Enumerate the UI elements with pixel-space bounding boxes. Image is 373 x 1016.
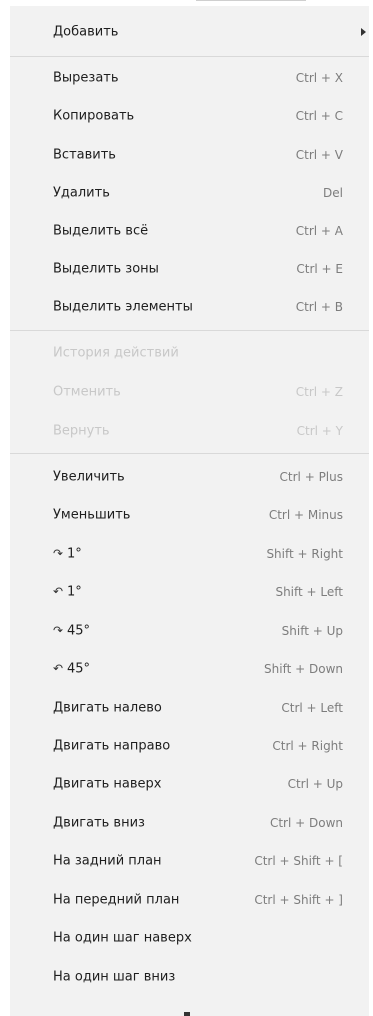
- menu-separator: [10, 330, 369, 331]
- menu-item-shortcut: Ctrl + E: [296, 262, 343, 276]
- menu-item-label: Двигать наверх: [53, 776, 162, 792]
- menu-item-label-group: ↷ 45°: [53, 624, 90, 639]
- menu-item-label: На передний план: [53, 892, 180, 908]
- menu-separator: [10, 453, 369, 454]
- menu-item-rotate-right-1[interactable]: ↷ 1° Shift + Right: [10, 536, 369, 572]
- menu-item-label: 1°: [67, 584, 82, 600]
- menu-item-shortcut: Ctrl + Shift + ]: [254, 893, 343, 907]
- menu-item-shortcut: Shift + Down: [264, 662, 343, 676]
- menu-item-label: Копировать: [53, 108, 135, 124]
- submenu-arrow-icon: [361, 28, 366, 36]
- menu-item-label-group: ↶ 1°: [53, 585, 82, 600]
- menu-item-shortcut: Ctrl + X: [295, 71, 343, 85]
- menu-item-label: Уменьшить: [53, 507, 131, 523]
- menu-item-move-right[interactable]: Двигать направо Ctrl + Right: [10, 728, 369, 764]
- menu-item-label: На один шаг наверх: [53, 930, 192, 946]
- menu-item-send-to-back[interactable]: На задний план Ctrl + Shift + [: [10, 843, 369, 879]
- menu-item-label: Выделить зоны: [53, 261, 159, 277]
- menu-item-label: Выделить всё: [53, 223, 149, 239]
- menu-item-label: На задний план: [53, 853, 162, 869]
- menu-item-shortcut: Ctrl + Left: [281, 701, 343, 715]
- menu-item-select-elements[interactable]: Выделить элементы Ctrl + B: [10, 289, 369, 325]
- menu-item-label: Выделить элементы: [53, 299, 193, 315]
- menu-item-step-forward[interactable]: На один шаг наверх: [10, 920, 369, 956]
- menu-item-label-group: ↶ 45°: [53, 662, 90, 677]
- context-menu: Добавить Вырезать Ctrl + X Копировать Ct…: [10, 6, 369, 1016]
- menu-item-history: История действий: [10, 335, 369, 371]
- rotate-counterclockwise-icon: ↶: [53, 661, 64, 676]
- menu-item-shortcut: Ctrl + Down: [269, 816, 343, 830]
- menu-item-zoom-out[interactable]: Уменьшить Ctrl + Minus: [10, 497, 369, 533]
- menu-item-step-backward[interactable]: На один шаг вниз: [10, 959, 369, 995]
- menu-item-label: Двигать налево: [53, 700, 162, 716]
- menu-item-select-all[interactable]: Выделить всё Ctrl + A: [10, 213, 369, 249]
- menu-item-move-left[interactable]: Двигать налево Ctrl + Left: [10, 690, 369, 726]
- menu-item-shortcut: Ctrl + A: [295, 224, 343, 238]
- menu-item-shortcut: Ctrl + Up: [287, 777, 343, 791]
- menu-item-select-zones[interactable]: Выделить зоны Ctrl + E: [10, 251, 369, 287]
- menu-item-shortcut: Shift + Right: [266, 547, 343, 561]
- rotate-counterclockwise-icon: ↶: [53, 584, 64, 599]
- menu-item-cut[interactable]: Вырезать Ctrl + X: [10, 60, 369, 96]
- menu-item-label: Отменить: [53, 384, 121, 400]
- menu-item-shortcut: Ctrl + V: [295, 148, 343, 162]
- menu-item-label: Вырезать: [53, 70, 119, 86]
- menu-item-shortcut: Ctrl + B: [295, 300, 343, 314]
- menu-item-label: Вставить: [53, 147, 116, 163]
- menu-item-label: Удалить: [53, 185, 110, 201]
- menu-item-label: Двигать вниз: [53, 815, 145, 831]
- menu-item-shortcut: Ctrl + Right: [272, 739, 343, 753]
- scroll-indicator: [184, 1012, 190, 1016]
- menu-item-label: 1°: [67, 546, 82, 562]
- menu-item-shortcut: Ctrl + Shift + [: [254, 854, 343, 868]
- menu-item-shortcut: Del: [323, 186, 343, 200]
- menu-item-shortcut: Ctrl + Y: [296, 424, 343, 438]
- menu-item-delete[interactable]: Удалить Del: [10, 175, 369, 211]
- rotate-clockwise-icon: ↷: [53, 546, 64, 561]
- menu-item-copy[interactable]: Копировать Ctrl + C: [10, 98, 369, 134]
- menu-item-label-group: ↷ 1°: [53, 547, 82, 562]
- menu-item-shortcut: Ctrl + Z: [295, 385, 343, 399]
- menu-item-label: Добавить: [53, 24, 119, 40]
- menu-item-undo: Отменить Ctrl + Z: [10, 374, 369, 410]
- top-edge-line: [196, 0, 306, 1]
- menu-item-label: На один шаг вниз: [53, 969, 176, 985]
- menu-item-rotate-left-45[interactable]: ↶ 45° Shift + Down: [10, 651, 369, 687]
- menu-item-label: Вернуть: [53, 423, 110, 439]
- menu-item-paste[interactable]: Вставить Ctrl + V: [10, 137, 369, 173]
- menu-item-rotate-right-45[interactable]: ↷ 45° Shift + Up: [10, 613, 369, 649]
- menu-item-label: 45°: [67, 661, 91, 677]
- menu-item-label: История действий: [53, 345, 179, 361]
- menu-item-zoom-in[interactable]: Увеличить Ctrl + Plus: [10, 459, 369, 495]
- menu-item-move-down[interactable]: Двигать вниз Ctrl + Down: [10, 805, 369, 841]
- menu-item-redo: Вернуть Ctrl + Y: [10, 413, 369, 449]
- menu-item-label: Увеличить: [53, 469, 125, 485]
- menu-item-shortcut: Ctrl + C: [295, 109, 343, 123]
- rotate-clockwise-icon: ↷: [53, 623, 64, 638]
- menu-item-shortcut: Ctrl + Plus: [279, 470, 343, 484]
- menu-item-bring-to-front[interactable]: На передний план Ctrl + Shift + ]: [10, 882, 369, 918]
- menu-item-label: Двигать направо: [53, 738, 171, 754]
- menu-separator: [10, 56, 369, 57]
- menu-item-shortcut: Ctrl + Minus: [268, 508, 343, 522]
- menu-item-add[interactable]: Добавить: [10, 14, 369, 50]
- menu-item-rotate-left-1[interactable]: ↶ 1° Shift + Left: [10, 574, 369, 610]
- top-edge: [0, 0, 373, 4]
- menu-item-label: 45°: [67, 623, 91, 639]
- menu-item-move-up[interactable]: Двигать наверх Ctrl + Up: [10, 766, 369, 802]
- menu-item-shortcut: Shift + Up: [281, 624, 343, 638]
- menu-item-shortcut: Shift + Left: [275, 585, 343, 599]
